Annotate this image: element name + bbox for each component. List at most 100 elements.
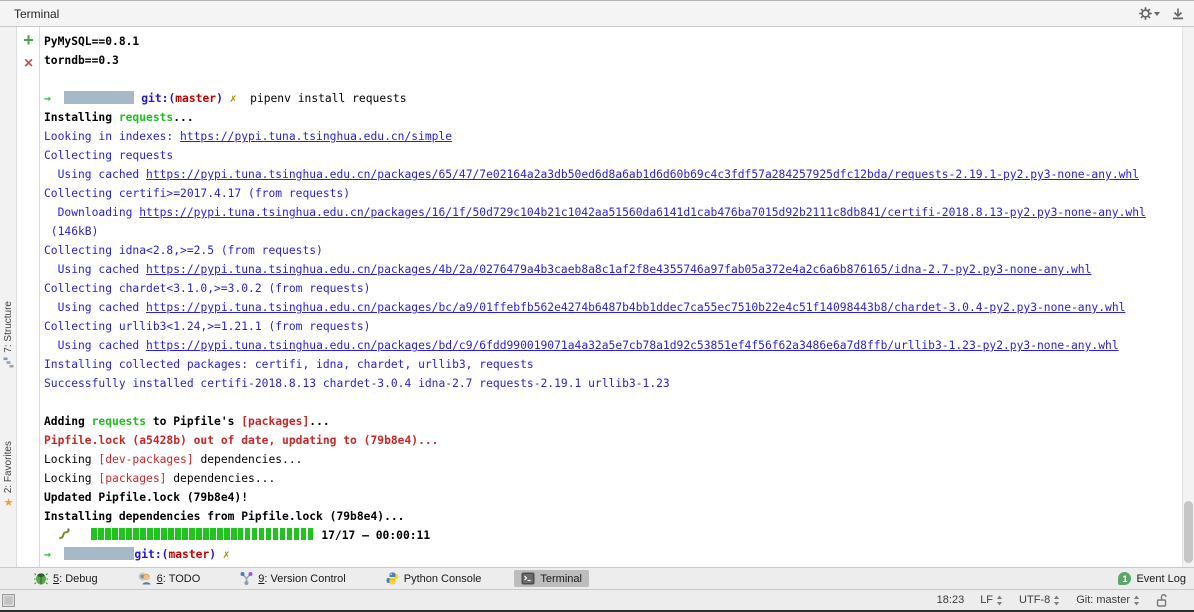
terminal-line: Using cached https://pypi.tuna.tsinghua.… [44,260,1194,279]
progress-block [174,528,181,540]
tab-todo[interactable]: 6: TODO [131,570,208,587]
terminal-text: pipenv install requests [236,92,407,105]
terminal-text: Using cached [44,263,147,276]
hide-icon[interactable] [1172,8,1184,20]
gear-icon[interactable] [1139,7,1160,20]
progress-block [181,528,188,540]
terminal-text: Collecting urllib3<1.24,>=1.21.1 (from r… [44,320,371,333]
updown-icon [996,595,1003,606]
progress-block [286,528,293,540]
progress-block [167,528,174,540]
gear-glyph [1139,7,1152,20]
structure-icon [3,357,14,368]
progress-block [293,528,300,540]
stripe-tab-favorites[interactable]: 2: Favorites ★ [0,441,17,508]
updown-icon [1133,595,1140,606]
scrollbar-thumb[interactable] [1184,501,1193,563]
terminal-line: Successfully installed certifi-2018.8.13… [44,374,1194,393]
progress-block [244,528,251,540]
terminal-line: Looking in indexes: https://pypi.tuna.ts… [44,127,1194,146]
terminal-text: [dev-packages] [98,453,194,466]
terminal-line: Installing collected packages: certifi, … [44,355,1194,374]
terminal-text: to Pipfile's [146,415,242,428]
terminal-text: Downloading [44,206,140,219]
event-log-badge: 1 [1118,572,1132,585]
tab-terminal[interactable]: Terminal [514,570,589,587]
terminal-line: Locking [packages] dependencies... [44,469,1194,488]
new-session-button[interactable]: + [23,30,34,50]
status-git-master[interactable]: Git: master [1076,594,1140,606]
terminal-text: Successfully installed certifi-2018.8.13… [44,377,670,390]
event-log-button[interactable]: 1 Event Log [1118,572,1186,585]
snake-icon [58,527,71,540]
progress-block [146,528,153,540]
status-lf[interactable]: LF [980,594,1003,606]
status-label: 18:23 [936,594,965,606]
header-actions [1139,7,1184,20]
panel-header: Terminal [0,1,1194,27]
unlock-icon[interactable] [1156,593,1168,607]
progress-block [195,528,202,540]
progress-block [279,528,286,540]
terminal-text: requests [91,415,147,428]
terminal-text: torndb==0.3 [44,54,119,67]
terminal-line: Using cached https://pypi.tuna.tsinghua.… [44,336,1194,355]
terminal-text: Adding [44,415,92,428]
terminal-text: ✗ [222,548,230,561]
status-utf-8[interactable]: UTF-8 [1019,594,1060,606]
url-link[interactable]: https://pypi.tuna.tsinghua.edu.cn/packag… [139,206,1146,219]
close-session-button[interactable]: × [24,55,33,73]
version-control-icon [240,572,253,585]
progress-block [272,528,279,540]
terminal-text: Installing [44,111,119,124]
terminal-text: Using cached [44,301,147,314]
stripe-tab-label: 7: Structure [3,301,14,353]
terminal-output[interactable]: PyMySQL==0.8.1 torndb==0.3 → git:(master)… [41,27,1194,567]
terminal-text: Locking [44,472,99,485]
progress-block [118,528,125,540]
terminal-line: Locking [dev-packages] dependencies... [44,450,1194,469]
tool-window-stripe: 7: Structure 2: Favorites ★ [0,27,17,567]
redacted-path [64,547,135,560]
progress-block [209,528,216,540]
terminal-line: Installing dependencies from Pipfile.loc… [44,507,1194,526]
tab-label: 6: TODO [156,572,201,585]
tool-window-switcher-icon[interactable] [2,594,15,607]
url-link[interactable]: https://pypi.tuna.tsinghua.edu.cn/simple [180,130,452,143]
tab-debug[interactable]: 5: Debug [27,570,105,587]
terminal-text: Collecting requests [44,149,174,162]
status-18-23[interactable]: 18:23 [937,594,965,606]
terminal-text: master [168,548,210,561]
star-icon: ★ [3,496,14,510]
url-link[interactable]: https://pypi.tuna.tsinghua.edu.cn/packag… [146,168,1139,181]
unlock-icon [1156,593,1168,607]
terminal-text: master [175,92,217,105]
progress-block [230,528,237,540]
stripe-tab-structure[interactable]: 7: Structure [0,301,17,368]
url-link[interactable]: https://pypi.tuna.tsinghua.edu.cn/packag… [146,263,1091,276]
progress-block [258,528,265,540]
progress-bar [91,527,315,546]
tab-version-control[interactable]: 9: Version Control [233,570,352,587]
tab-python-console[interactable]: Python Console [379,570,489,587]
terminal-text: git:( [134,548,169,561]
url-link[interactable]: https://pypi.tuna.tsinghua.edu.cn/packag… [146,339,1119,352]
panel-body: 7: Structure 2: Favorites ★ + × PyMySQL==0… [0,27,1194,567]
terminal-text: Collecting certifi>=2017.4.17 (from requ… [44,187,351,200]
progress-block [132,528,139,540]
terminal-text: → [44,548,51,561]
url-link[interactable]: https://pypi.tuna.tsinghua.edu.cn/packag… [146,301,1125,314]
terminal-text: Installing collected packages: certifi, … [44,358,534,371]
progress-block [202,528,209,540]
progress-block [300,528,307,540]
status-bar: 18:23 LF UTF-8 Git: master [0,589,1194,610]
debug-icon [34,572,48,585]
terminal-line: Using cached https://pypi.tuna.tsinghua.… [44,165,1194,184]
tab-label: 5: Debug [53,572,98,585]
stripe-tab-label: 2: Favorites [3,441,14,494]
